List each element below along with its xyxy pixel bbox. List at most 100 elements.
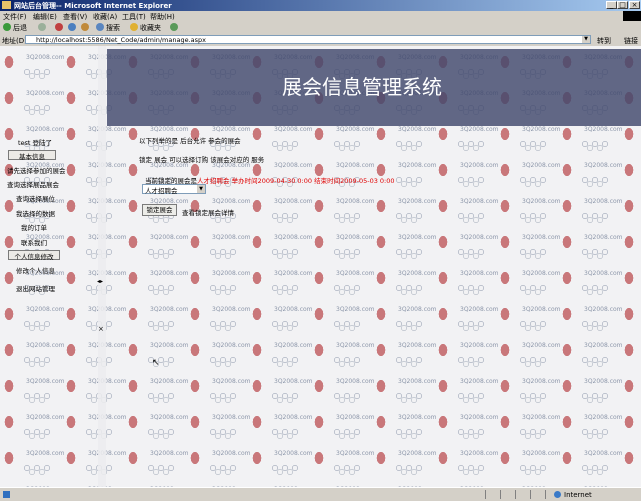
watermark-text: 3Q2008.com <box>150 342 189 349</box>
address-dropdown-icon[interactable]: ▼ <box>582 36 590 43</box>
watermark-text: 3Q2008.com <box>398 450 437 457</box>
watermark-text: 3Q2008.com <box>398 198 437 205</box>
watermark-text: 3Q2008.com <box>460 378 499 385</box>
watermark-text: 3Q2008.com <box>274 162 313 169</box>
watermark-text: 3Q2008.com <box>274 198 313 205</box>
watermark-text: 3Q2008.com <box>460 126 499 133</box>
watermark-text: 3Q2008.com <box>522 270 561 277</box>
watermark-text: 3Q2008.com <box>584 450 623 457</box>
watermark-text: 3Q2008.com <box>336 450 375 457</box>
watermark-text: 3Q2008.com <box>88 234 127 241</box>
watermark-text: 3Q2008.com <box>336 414 375 421</box>
windows-logo-icon <box>623 11 641 21</box>
watermark-text: 3Q2008.com <box>212 342 251 349</box>
collapse-arrows-icon[interactable]: ◂▸ <box>97 278 103 285</box>
watermark-text: 3Q2008.com <box>522 162 561 169</box>
back-button[interactable]: 后退 <box>13 23 27 33</box>
page-title: 展会信息管理系统 <box>282 75 442 99</box>
watermark-text: 3Q2008.com <box>460 162 499 169</box>
watermark-text: 3Q2008.com <box>398 270 437 277</box>
watermark-text: 3Q2008.com <box>150 270 189 277</box>
go-button[interactable]: 转到 <box>597 36 611 46</box>
sidebar-item-query-exhibits[interactable]: 查询选择展品展会 <box>7 179 59 189</box>
watermark-text: 3Q2008.com <box>26 126 65 133</box>
watermark-text: 3Q2008.com <box>584 126 623 133</box>
watermark-text: 3Q2008.com <box>584 234 623 241</box>
forward-arrow-icon[interactable] <box>38 23 46 31</box>
login-greeting: test 登陆了 <box>18 139 53 147</box>
watermark-text: 3Q2008.com <box>26 306 65 313</box>
home-icon[interactable] <box>81 23 89 31</box>
watermark-text: 3Q2008.com <box>150 378 189 385</box>
watermark-text: 3Q2008.com <box>336 126 375 133</box>
sidebar-item-my-selection[interactable]: 我选择的数据 <box>16 208 55 218</box>
watermark-text: 3Q2008.com <box>274 234 313 241</box>
watermark-text: 3Q2008.com <box>212 126 251 133</box>
expo-select[interactable]: 人才招聘会 ▼ <box>142 184 206 195</box>
watermark-text: 3Q2008.com <box>212 414 251 421</box>
sidebar-item-basic-info[interactable]: 基本信息 <box>8 150 56 161</box>
watermark-text: 3Q2008.com <box>274 342 313 349</box>
close-x-icon[interactable]: × <box>98 325 104 333</box>
lock-expo-button[interactable]: 锁定展会 <box>142 204 177 216</box>
sidebar-item-select-expo[interactable]: 请先选择参加的展会 <box>7 165 66 175</box>
current-expo-value: 人才招聘会 举办时间2009-04-30 0:00 结束时间2009-05-03… <box>197 177 395 185</box>
watermark-text: 3Q2008.com <box>336 198 375 205</box>
watermark-text: 3Q2008.com <box>274 126 313 133</box>
chevron-down-icon[interactable]: ▼ <box>197 185 205 193</box>
watermark-text: 3Q2008.com <box>336 306 375 313</box>
watermark-text: 3Q2008.com <box>274 270 313 277</box>
favorites-star-icon[interactable] <box>130 23 138 31</box>
watermark-text: 3Q2008.com <box>584 378 623 385</box>
favorites-button[interactable]: 收藏夹 <box>140 23 161 33</box>
frame-divider[interactable] <box>98 46 106 487</box>
sidebar-item-query-booth[interactable]: 查询选择展位 <box>16 193 55 203</box>
watermark-text: 3Q2008.com <box>212 198 251 205</box>
watermark-text: 3Q2008.com <box>88 450 127 457</box>
search-button[interactable]: 搜索 <box>106 23 120 33</box>
security-zone: Internet <box>564 491 592 499</box>
watermark-text: 3Q2008.com <box>522 126 561 133</box>
watermark-text: 3Q2008.com <box>584 306 623 313</box>
expo-select-value: 人才招聘会 <box>145 187 178 195</box>
sidebar-item-contact[interactable]: 联系我们 <box>21 237 47 247</box>
sidebar-item-personal-info[interactable]: 个人信息修改 <box>8 250 60 261</box>
links-button[interactable]: 链接 <box>624 36 638 46</box>
watermark-text: 3Q2008.com <box>212 234 251 241</box>
stop-icon[interactable] <box>55 23 63 31</box>
search-icon[interactable] <box>96 23 104 31</box>
page-done-icon <box>3 491 10 498</box>
watermark-text: 3Q2008.com <box>398 162 437 169</box>
address-label: 地址(D) <box>2 37 27 45</box>
address-input[interactable]: http://localhost:5586/Net_Code/admin/man… <box>25 35 591 44</box>
watermark-text: 3Q2008.com <box>398 378 437 385</box>
watermark-text: 3Q2008.com <box>212 378 251 385</box>
watermark-text: 3Q2008.com <box>88 270 127 277</box>
view-locked-expo-link[interactable]: 查看锁定展会详情 <box>182 207 234 217</box>
minimize-button[interactable]: _ <box>606 1 617 9</box>
watermark-text: 3Q2008.com <box>398 342 437 349</box>
refresh-icon[interactable] <box>68 23 76 31</box>
watermark-text: 3Q2008.com <box>150 306 189 313</box>
history-icon[interactable] <box>170 23 178 31</box>
watermark-text: 3Q2008.com <box>398 234 437 241</box>
watermark-text: 3Q2008.com <box>460 414 499 421</box>
watermark-text: 3Q2008.com <box>150 126 189 133</box>
watermark-text: 3Q2008.com <box>274 306 313 313</box>
toolbar: 后退 搜索 收藏夹 <box>0 21 641 35</box>
back-arrow-icon[interactable] <box>3 23 11 31</box>
watermark-text: 3Q2008.com <box>88 126 127 133</box>
watermark-text: 3Q2008.com <box>584 162 623 169</box>
maximize-button[interactable]: □ <box>617 1 628 9</box>
watermark-text: 3Q2008.com <box>522 450 561 457</box>
watermark-text: 3Q2008.com <box>522 342 561 349</box>
watermark-text: 3Q2008.com <box>584 342 623 349</box>
sidebar-item-edit-profile[interactable]: 修改个人信息 <box>16 265 55 275</box>
title-bar: 网站后台管理-- Microsoft Internet Explorer _ □… <box>0 0 641 11</box>
sidebar-item-my-orders[interactable]: 我的订单 <box>21 222 47 232</box>
watermark-text: 3Q2008.com <box>26 90 65 97</box>
watermark-text: 3Q2008.com <box>460 342 499 349</box>
close-button[interactable]: × <box>629 1 640 9</box>
sidebar-item-logout[interactable]: 退出网站管理 <box>16 283 55 293</box>
watermark-text: 3Q2008.com <box>150 414 189 421</box>
